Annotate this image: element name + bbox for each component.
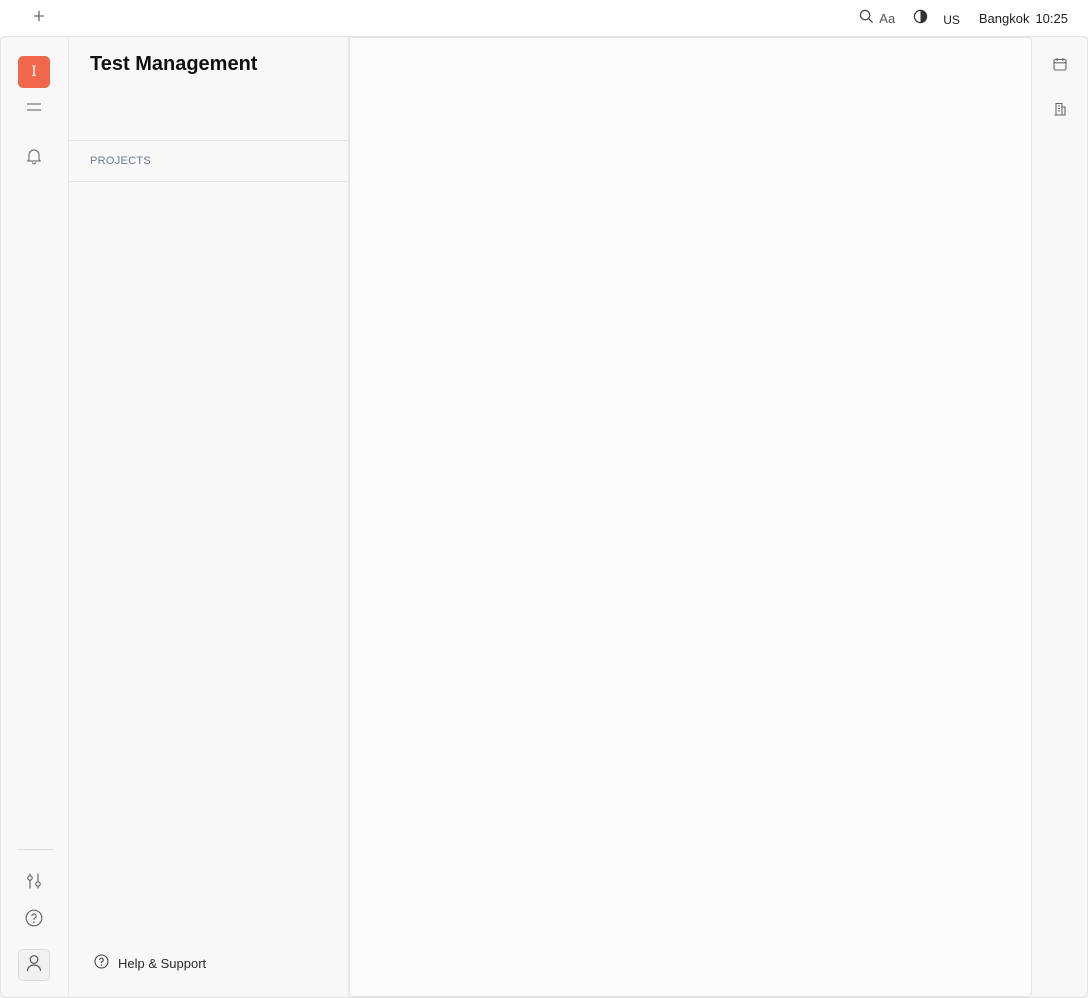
right-rail bbox=[1032, 37, 1087, 997]
search-icon bbox=[859, 9, 874, 27]
notifications-button[interactable] bbox=[18, 142, 50, 174]
search-button[interactable] bbox=[857, 9, 875, 27]
user-icon bbox=[26, 954, 42, 977]
app-frame: I Test Management PROJECTS Help & Suppor… bbox=[0, 36, 1088, 998]
menu-button[interactable] bbox=[18, 92, 50, 124]
help-circle-icon bbox=[94, 954, 109, 972]
calendar-button[interactable] bbox=[1050, 56, 1070, 76]
projects-section-header: PROJECTS bbox=[69, 140, 349, 182]
settings-button[interactable] bbox=[18, 867, 50, 899]
page-title: Test Management bbox=[90, 53, 258, 75]
building-icon bbox=[1053, 102, 1067, 121]
workspace-logo[interactable]: I bbox=[18, 56, 50, 88]
contrast-icon bbox=[913, 9, 928, 27]
rail-divider bbox=[17, 849, 53, 850]
clock-city: Bangkok bbox=[978, 10, 1030, 26]
help-support-label: Help & Support bbox=[118, 955, 207, 971]
help-circle-icon bbox=[25, 909, 43, 932]
plus-icon bbox=[33, 9, 45, 27]
help-support-link[interactable]: Help & Support bbox=[94, 954, 206, 972]
font-size-button[interactable]: Aa bbox=[879, 11, 895, 26]
sidebar: Test Management PROJECTS Help & Support bbox=[69, 37, 349, 997]
top-bar-actions: Aa US Bangkok 10:25 bbox=[857, 0, 1068, 36]
workspace-logo-letter: I bbox=[31, 64, 37, 80]
add-tab-button[interactable] bbox=[29, 8, 49, 28]
clock-time: 10:25 bbox=[1035, 10, 1068, 26]
bell-icon bbox=[25, 147, 43, 170]
sliders-icon bbox=[25, 872, 43, 895]
locale-selector[interactable]: US bbox=[943, 13, 960, 27]
calendar-icon bbox=[1053, 57, 1067, 76]
menu-icon bbox=[26, 99, 42, 117]
help-button[interactable] bbox=[18, 904, 50, 936]
top-bar: Aa US Bangkok 10:25 bbox=[0, 0, 1088, 36]
theme-toggle-button[interactable] bbox=[911, 9, 929, 27]
main-content-panel bbox=[349, 37, 1032, 997]
organization-button[interactable] bbox=[1050, 101, 1070, 121]
user-avatar-button[interactable] bbox=[18, 949, 50, 981]
left-rail: I bbox=[1, 37, 69, 997]
